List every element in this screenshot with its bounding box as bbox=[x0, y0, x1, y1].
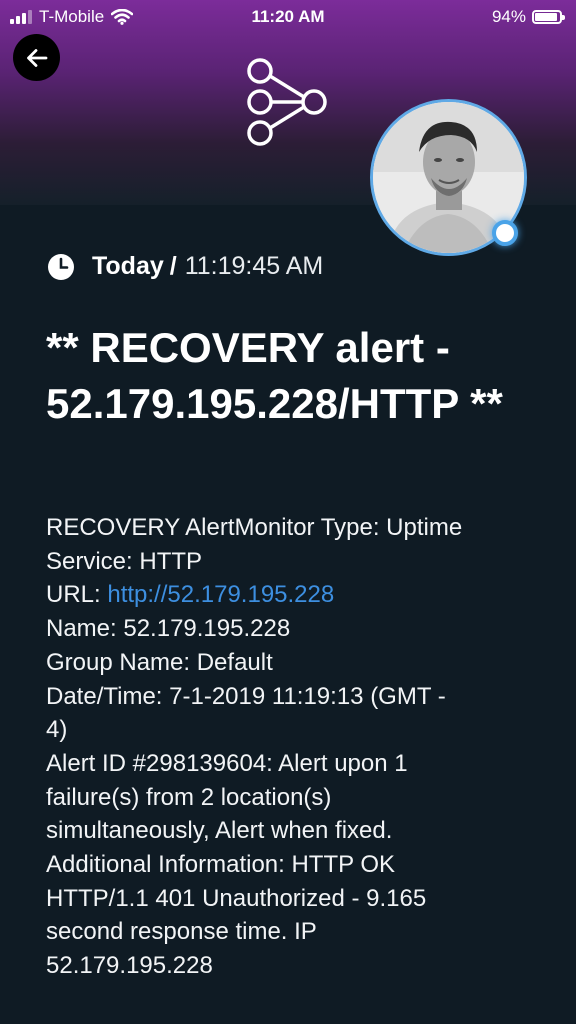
alert-body-line: Additional Information: HTTP OK bbox=[46, 851, 396, 879]
back-button[interactable] bbox=[13, 34, 60, 81]
url-link[interactable]: http://52.179.195.228 bbox=[107, 581, 334, 608]
clock-icon bbox=[48, 253, 74, 280]
alert-body-line: Alert ID #298139604: Alert upon 1 bbox=[46, 749, 408, 777]
alert-body-line: 52.179.195.228 bbox=[46, 952, 213, 980]
timestamp-time: 11:19:45 AM bbox=[184, 252, 324, 280]
alert-body-line: simultaneously, Alert when fixed. bbox=[46, 817, 393, 845]
status-time: 11:20 AM bbox=[251, 7, 325, 26]
alert-body-line: Service: HTTP bbox=[46, 547, 203, 575]
alert-body-line: HTTP/1.1 401 Unauthorized - 9.165 bbox=[46, 884, 427, 912]
battery-icon bbox=[532, 10, 565, 24]
share-nodes-icon[interactable] bbox=[243, 55, 333, 147]
status-bar: T-Mobile 11:20 AM 94% bbox=[0, 0, 576, 34]
url-label: URL: bbox=[46, 581, 108, 609]
alert-body-line: Date/Time: 7-1-2019 11:19:13 (GMT - bbox=[46, 682, 446, 710]
arrow-left-icon bbox=[26, 48, 47, 67]
alert-body-line: 4) bbox=[46, 716, 68, 744]
alert-body-line: Group Name: Default bbox=[46, 648, 273, 676]
battery-fill bbox=[535, 13, 558, 21]
battery-group: 94% bbox=[491, 7, 565, 27]
alert-body-line: URL: http://52.179.195.228 bbox=[46, 578, 546, 612]
online-status-indicator bbox=[492, 220, 518, 246]
timestamp-day: Today bbox=[92, 252, 164, 280]
alert-body-line: RECOVERY AlertMonitor Type: Uptime bbox=[46, 514, 463, 541]
alert-body-line: second response time. IP bbox=[46, 918, 317, 946]
alert-body-line: failure(s) from 2 location(s) bbox=[46, 783, 332, 811]
alert-title: ** RECOVERY alert - 52.179.195.228/HTTP … bbox=[46, 324, 503, 427]
timestamp-separator: / bbox=[169, 252, 177, 280]
alert-body-line: Name: 52.179.195.228 bbox=[46, 615, 291, 643]
timestamp: Today / 11:19:45 AM bbox=[47, 252, 323, 281]
battery-percent: 94% bbox=[491, 7, 526, 26]
alert-body: RECOVERY AlertMonitor Type: Uptime Servic… bbox=[46, 511, 546, 983]
